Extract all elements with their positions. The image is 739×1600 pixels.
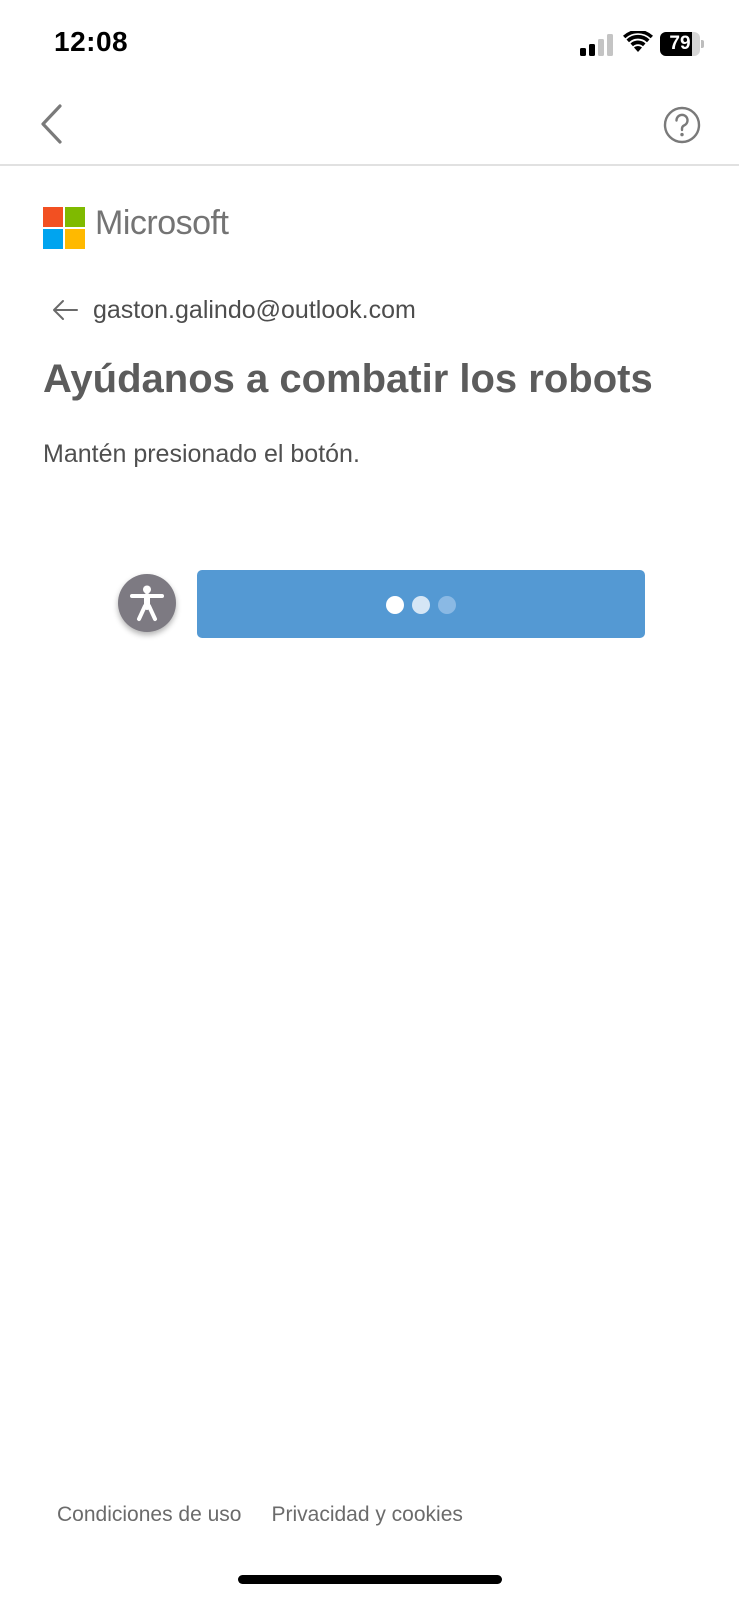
status-bar: 12:08 79 xyxy=(0,0,739,90)
home-indicator xyxy=(238,1575,502,1584)
wifi-icon xyxy=(623,31,653,52)
loading-dot xyxy=(412,596,430,614)
question-circle-icon[interactable] xyxy=(663,106,701,144)
status-time: 12:08 xyxy=(54,26,129,57)
microsoft-logo xyxy=(43,207,85,249)
instruction-text: Mantén presionado el botón. xyxy=(43,440,360,468)
accessibility-icon xyxy=(130,585,164,621)
accessibility-button[interactable] xyxy=(118,574,176,632)
press-and-hold-button[interactable] xyxy=(197,570,645,638)
microsoft-wordmark: Microsoft xyxy=(95,204,229,242)
battery-percent: 79 xyxy=(669,33,691,54)
account-email: gaston.galindo@outlook.com xyxy=(93,295,416,324)
page-title: Ayúdanos a combatir los robots xyxy=(43,357,653,401)
footer-links: Condiciones de uso Privacidad y cookies xyxy=(57,1503,463,1527)
cellular-signal-icon xyxy=(580,34,613,56)
arrow-left-icon xyxy=(53,300,78,320)
identity-back-link[interactable]: gaston.galindo@outlook.com xyxy=(43,290,416,330)
loading-dot xyxy=(438,596,456,614)
loading-dot xyxy=(386,596,404,614)
terms-link[interactable]: Condiciones de uso xyxy=(57,1503,241,1527)
privacy-link[interactable]: Privacidad y cookies xyxy=(271,1503,462,1527)
battery-icon: 79 xyxy=(660,32,704,56)
chevron-left-icon[interactable] xyxy=(38,102,64,146)
navigation-bar xyxy=(0,90,739,166)
